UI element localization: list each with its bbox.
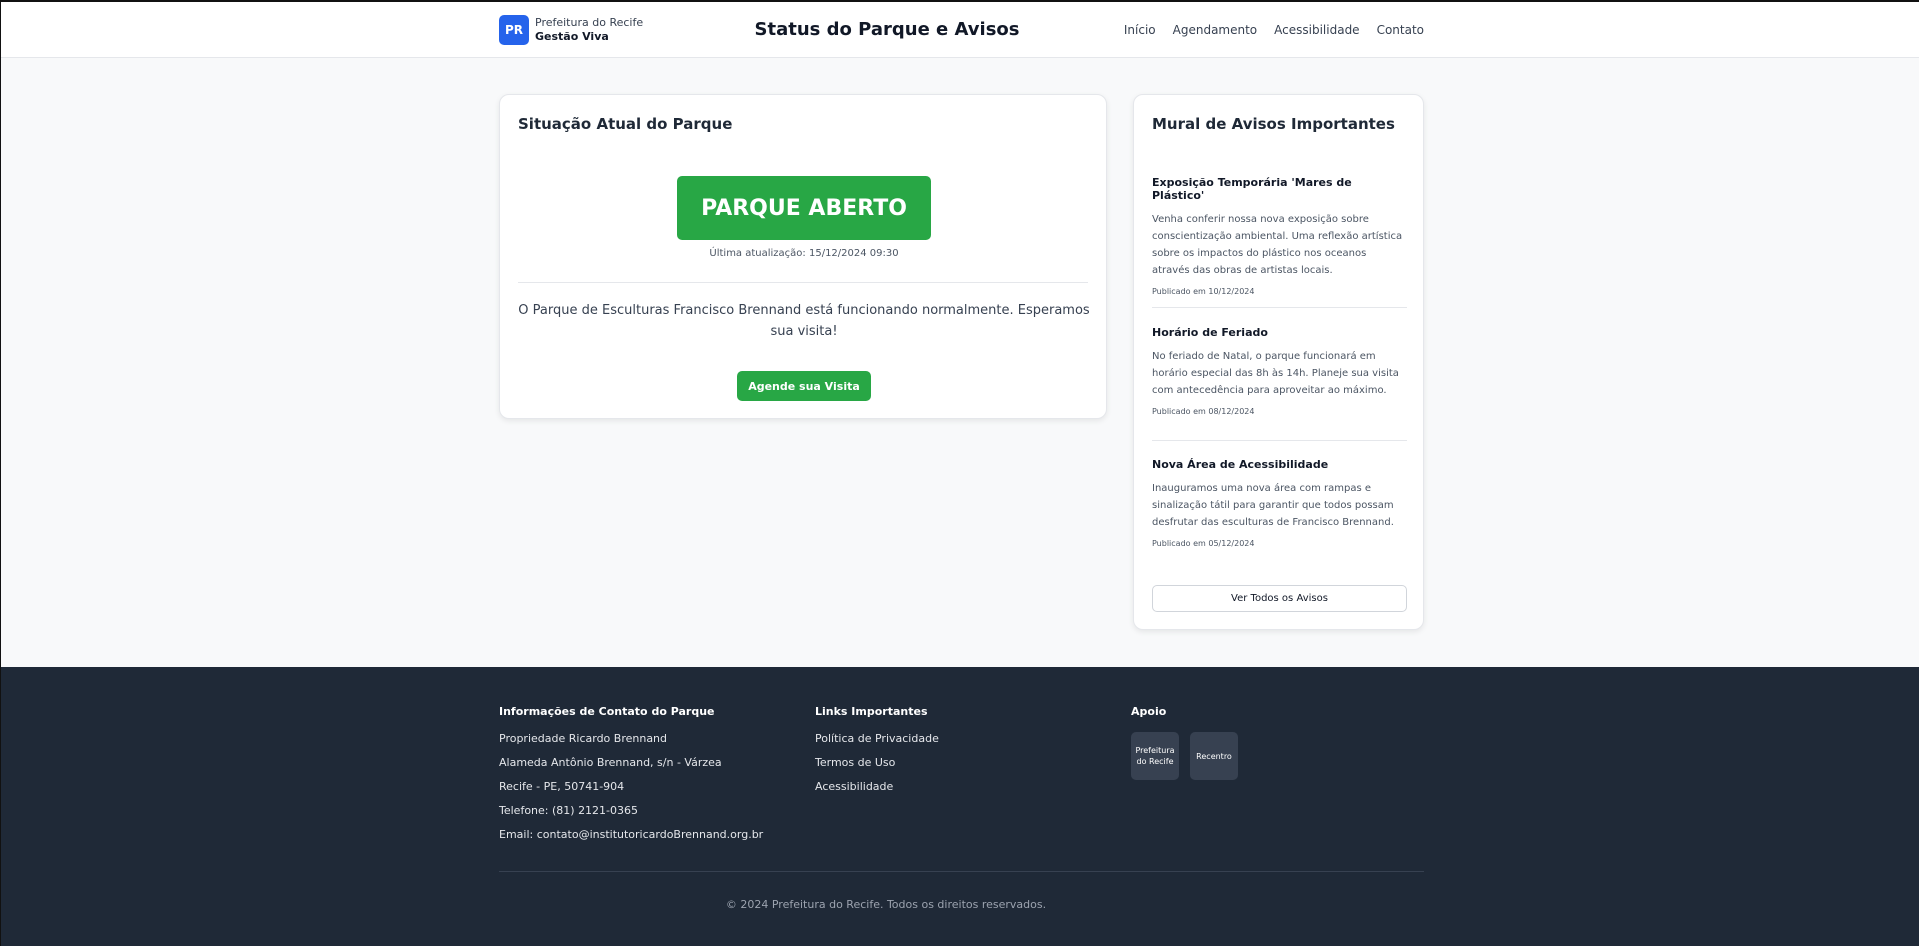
notice-item[interactable]: Nova Área de Acessibilidade Inauguramos … [1152, 458, 1407, 548]
logo-badge[interactable]: PR [499, 15, 529, 45]
nav-link-agendamento[interactable]: Agendamento [1173, 23, 1258, 37]
notice-divider [1152, 440, 1407, 441]
notice-date: Publicado em 08/12/2024 [1152, 407, 1255, 416]
contact-line: Telefone: (81) 2121-0365 [499, 804, 639, 817]
footer-links: Links Importantes Política de Privacidad… [815, 705, 1095, 804]
nav-link-contato[interactable]: Contato [1377, 23, 1424, 37]
last-updated: Última atualização: 15/12/2024 09:30 [709, 248, 899, 259]
contact-line: Recife - PE, 50741-904 [499, 780, 625, 793]
brand-name: Prefeitura do Recife [535, 16, 644, 29]
footer-contact-heading: Informações de Contato do Parque [499, 705, 715, 718]
nav-link-acessibilidade[interactable]: Acessibilidade [1274, 23, 1359, 37]
notice-title: Horário de Feriado [1152, 326, 1268, 339]
status-divider [518, 282, 1088, 283]
main-nav: Início Agendamento Acessibilidade Contat… [1124, 23, 1424, 37]
support-logos: Prefeitura do Recife Recentro [1131, 732, 1411, 780]
notices-title: Mural de Avisos Importantes [1152, 115, 1395, 133]
schedule-visit-button[interactable]: Agende sua Visita [737, 371, 871, 401]
notice-date: Publicado em 05/12/2024 [1152, 539, 1255, 548]
nav-link-inicio[interactable]: Início [1124, 23, 1156, 37]
park-status-card: Situação Atual do Parque PARQUE ABERTO Ú… [499, 94, 1107, 419]
notice-item[interactable]: Exposição Temporária 'Mares de Plástico'… [1152, 176, 1407, 296]
supporter-logo-recentro[interactable]: Recentro [1190, 732, 1238, 780]
footer-links-heading: Links Importantes [815, 705, 928, 718]
notice-date: Publicado em 10/12/2024 [1152, 287, 1255, 296]
brand-subtitle: Gestão Viva [535, 30, 609, 43]
contact-line: Alameda Antônio Brennand, s/n - Várzea [499, 756, 722, 769]
contact-line: Propriedade Ricardo Brennand [499, 732, 668, 745]
view-all-notices-button[interactable]: Ver Todos os Avisos [1152, 585, 1407, 612]
park-status-badge: PARQUE ABERTO [677, 176, 931, 240]
notices-board: Mural de Avisos Importantes Exposição Te… [1133, 94, 1424, 630]
notice-body: No feriado de Natal, o parque funcionará… [1152, 351, 1399, 396]
status-message: O Parque de Esculturas Francisco Brennan… [518, 303, 1090, 339]
footer-link-terms[interactable]: Termos de Uso [815, 756, 1095, 780]
site-footer: Informações de Contato do Parque Proprie… [1, 667, 1919, 946]
contact-line: Email: contato@institutoricardoBrennand.… [499, 828, 764, 841]
supporter-logo-prefeitura[interactable]: Prefeitura do Recife [1131, 732, 1179, 780]
notice-body: Inauguramos uma nova área com rampas e s… [1152, 483, 1394, 528]
footer-link-accessibility[interactable]: Acessibilidade [815, 780, 1095, 804]
footer-contact: Informações de Contato do Parque Proprie… [499, 705, 799, 852]
status-card-title: Situação Atual do Parque [518, 115, 733, 133]
notice-item[interactable]: Horário de Feriado No feriado de Natal, … [1152, 326, 1407, 416]
notice-title: Nova Área de Acessibilidade [1152, 458, 1329, 471]
page-title: Status do Parque e Avisos [754, 19, 1020, 40]
notice-title: Exposição Temporária 'Mares de Plástico' [1152, 176, 1352, 202]
footer-support: Apoio Prefeitura do Recife Recentro [1131, 705, 1411, 780]
site-header: PR Prefeitura do Recife Gestão Viva Stat… [1, 2, 1919, 58]
footer-link-privacy[interactable]: Política de Privacidade [815, 732, 1095, 756]
footer-support-heading: Apoio [1131, 705, 1167, 718]
notice-body: Venha conferir nossa nova exposição sobr… [1152, 214, 1403, 276]
footer-divider [499, 871, 1424, 872]
copyright: © 2024 Prefeitura do Recife. Todos os di… [725, 898, 1047, 911]
notice-divider [1152, 307, 1407, 308]
